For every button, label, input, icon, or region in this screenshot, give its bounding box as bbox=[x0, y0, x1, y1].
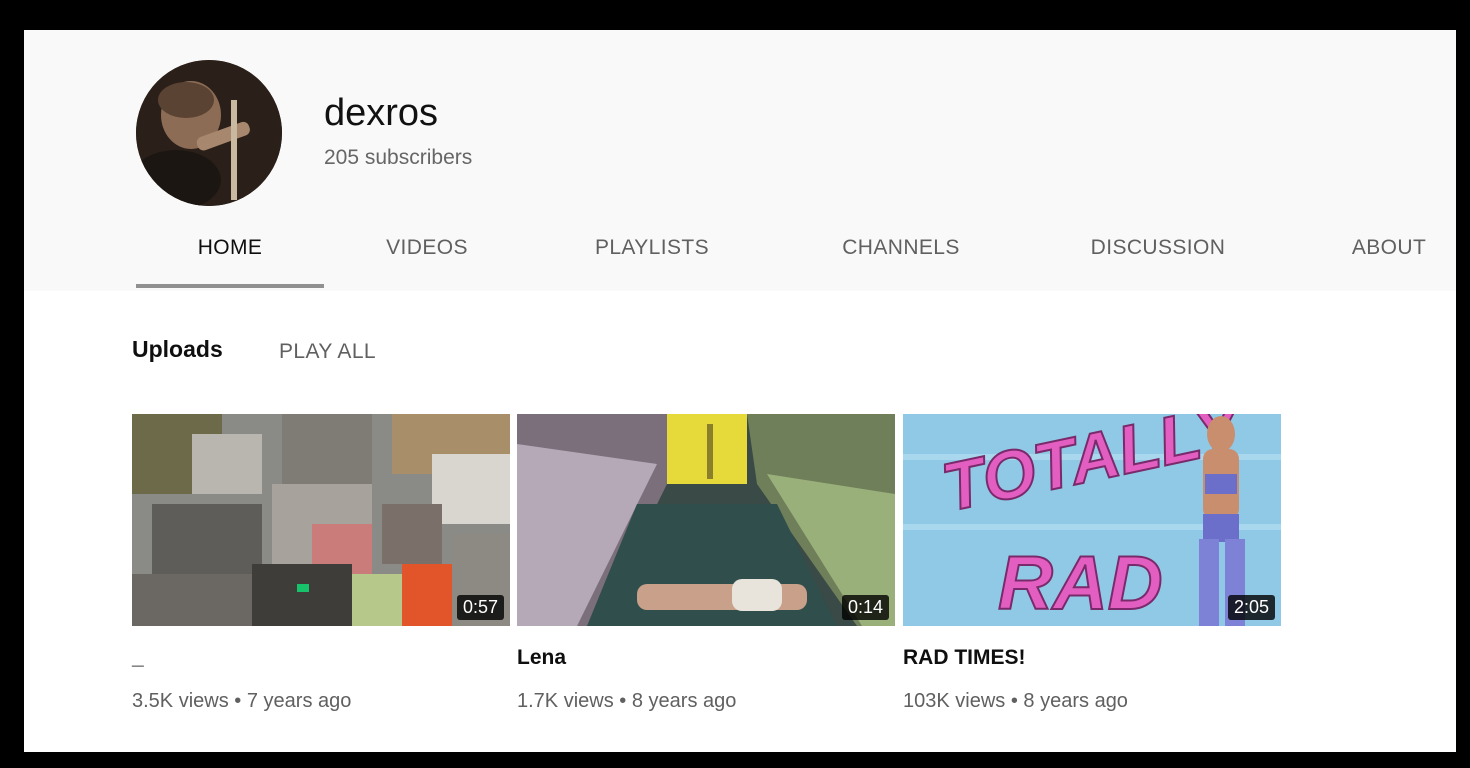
tab-videos[interactable]: VIDEOS bbox=[357, 226, 497, 291]
meta-separator: • bbox=[619, 690, 627, 712]
video-meta: 1.7K views • 8 years ago bbox=[517, 690, 895, 713]
thumbnail-image bbox=[132, 414, 510, 626]
tab-about[interactable]: ABOUT bbox=[1334, 226, 1444, 291]
upload-age: 7 years ago bbox=[246, 690, 352, 712]
subscriber-count: 205 subscribers bbox=[324, 146, 473, 169]
video-thumbnail[interactable]: 0:14 bbox=[517, 414, 895, 626]
video-title[interactable]: RAD TIMES! bbox=[903, 646, 1281, 676]
thumbnail-image bbox=[517, 414, 895, 626]
channel-avatar[interactable] bbox=[136, 60, 282, 206]
tab-playlists[interactable]: PLAYLISTS bbox=[572, 226, 732, 291]
channel-header: dexros 205 subscribers HOME VIDEOS PLAYL… bbox=[24, 30, 1456, 291]
video-title[interactable]: Lena bbox=[517, 646, 895, 676]
thumbnail-text-bottom: RAD bbox=[998, 541, 1163, 626]
meta-separator: • bbox=[1010, 690, 1018, 712]
channel-page: dexros 205 subscribers HOME VIDEOS PLAYL… bbox=[24, 30, 1456, 752]
view-count: 3.5K views bbox=[132, 690, 229, 712]
tab-home[interactable]: HOME bbox=[136, 226, 324, 291]
upload-age: 8 years ago bbox=[1023, 690, 1128, 712]
video-duration: 0:14 bbox=[841, 595, 889, 620]
video-title[interactable]: _ bbox=[132, 646, 510, 676]
channel-tabs: HOME VIDEOS PLAYLISTS CHANNELS DISCUSSIO… bbox=[24, 226, 1456, 291]
thumbnail-image: TOTALLY RAD bbox=[903, 414, 1281, 626]
avatar-image bbox=[136, 60, 282, 206]
play-all-button[interactable]: PLAY ALL bbox=[279, 340, 376, 364]
video-card[interactable]: TOTALLY RAD 2:05 RAD TIMES! 103K views •… bbox=[903, 414, 1281, 713]
active-tab-indicator bbox=[136, 284, 324, 288]
video-card[interactable]: 0:14 Lena 1.7K views • 8 years ago bbox=[517, 414, 895, 713]
meta-separator: • bbox=[234, 690, 242, 712]
video-duration: 2:05 bbox=[1227, 595, 1275, 620]
video-duration: 0:57 bbox=[456, 595, 504, 620]
video-card[interactable]: 0:57 _ 3.5K views • 7 years ago bbox=[132, 414, 510, 713]
tab-discussion[interactable]: DISCUSSION bbox=[1070, 226, 1246, 291]
upload-age: 8 years ago bbox=[631, 690, 737, 712]
video-thumbnail[interactable]: 0:57 bbox=[132, 414, 510, 626]
video-thumbnail[interactable]: TOTALLY RAD 2:05 bbox=[903, 414, 1281, 626]
view-count: 1.7K views bbox=[517, 690, 614, 712]
video-meta: 103K views • 8 years ago bbox=[903, 690, 1281, 713]
view-count: 103K views bbox=[903, 690, 1006, 712]
section-title: Uploads bbox=[132, 336, 223, 362]
tab-channels[interactable]: CHANNELS bbox=[819, 226, 983, 291]
video-meta: 3.5K views • 7 years ago bbox=[132, 690, 510, 713]
channel-name: dexros bbox=[324, 92, 439, 134]
